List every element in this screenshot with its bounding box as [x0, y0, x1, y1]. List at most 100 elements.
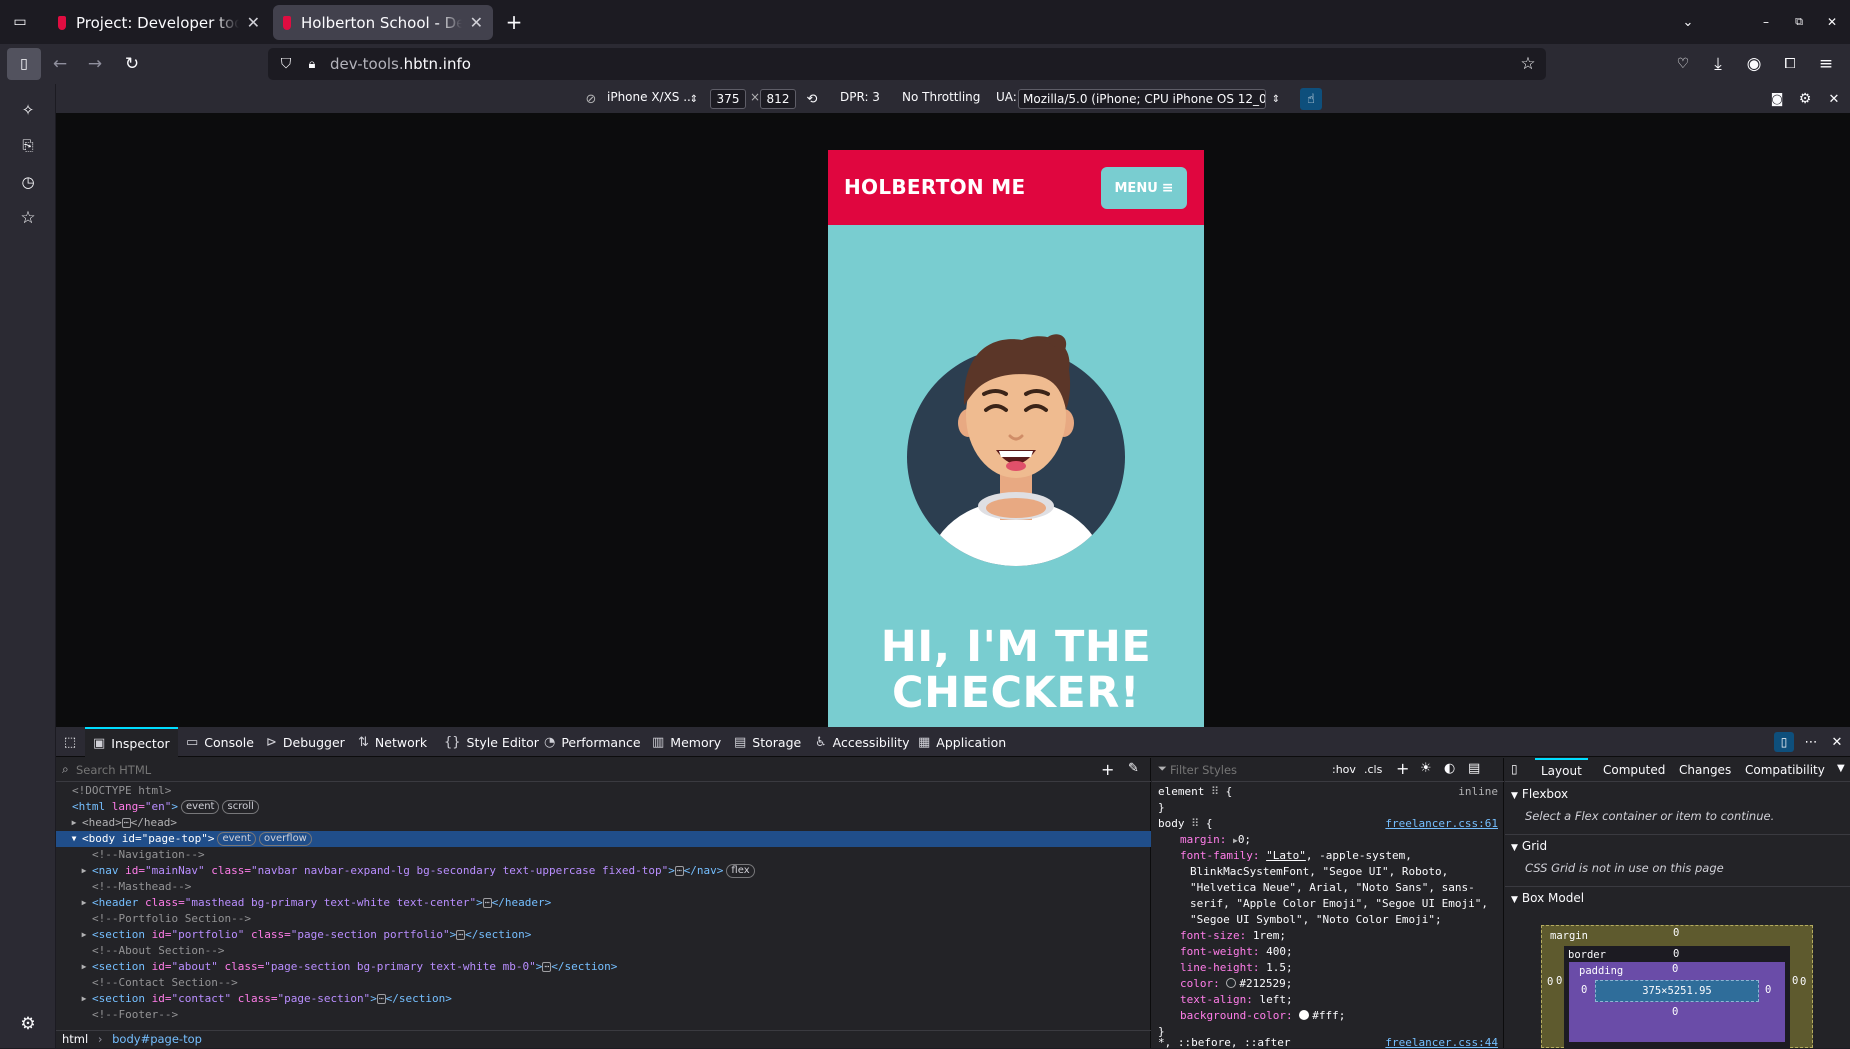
scroll-badge[interactable]: scroll [222, 800, 259, 814]
box-model-section-header[interactable]: ▼ Box Model [1505, 886, 1850, 908]
pocket-icon[interactable]: ♡ [1671, 52, 1695, 76]
firefox-view-icon[interactable]: ▭ [8, 10, 32, 34]
tab-memory[interactable]: ▥ Memory [652, 727, 721, 757]
touch-simulation-icon[interactable]: ☝ [1300, 88, 1322, 110]
markup-line[interactable]: ▶ <nav id="mainNav" class="navbar navbar-… [56, 863, 1151, 879]
flexbox-section-header[interactable]: ▼ Flexbox [1505, 783, 1850, 805]
expand-icon[interactable]: ▶ [80, 959, 88, 975]
viewport-height-input[interactable]: 812 [760, 89, 796, 109]
overflow-badge[interactable]: overflow [258, 832, 312, 846]
markup-line[interactable]: ▶ <header class="masthead bg-primary text… [56, 895, 1151, 911]
ellipsis-icon[interactable]: ⋯ [121, 818, 131, 828]
tab-application[interactable]: ▦ Application [918, 727, 1006, 757]
browser-tab-1[interactable]: Project: Developer tools | ✕ [48, 5, 270, 40]
lock-icon[interactable]: 🔒︎ [302, 54, 322, 74]
markup-line[interactable]: <!--Navigation--> [56, 847, 1151, 863]
color-swatch-icon[interactable] [1299, 1010, 1310, 1020]
browser-tab-2[interactable]: Holberton School - Develo ✕ [273, 5, 493, 40]
close-window-icon[interactable]: ✕ [1820, 10, 1844, 34]
minimize-icon[interactable]: – [1754, 10, 1778, 34]
tab-storage[interactable]: ▤ Storage [734, 727, 801, 757]
ellipsis-icon[interactable]: ⋯ [376, 994, 386, 1004]
restore-icon[interactable]: ⧉ [1787, 10, 1811, 34]
add-node-icon[interactable]: + [1101, 760, 1114, 779]
account-icon[interactable]: ◉ [1742, 52, 1766, 76]
tab-compatibility[interactable]: Compatibility [1745, 758, 1825, 782]
dpr-selector[interactable]: DPR: 3 [840, 90, 880, 104]
extensions-icon[interactable]: ⧠ [1778, 52, 1802, 76]
markup-line[interactable]: ▶ <head> ⋯ </head> [56, 815, 1151, 831]
declaration[interactable]: background-color: #fff; [1152, 1008, 1504, 1024]
expand-icon[interactable]: ▶ [80, 991, 88, 1007]
ai-chatbot-icon[interactable]: ✧ [16, 98, 40, 122]
declaration[interactable]: font-family: "Lato", -apple-system, [1152, 848, 1504, 864]
forward-icon[interactable]: → [83, 52, 107, 76]
toggle-3pane-icon[interactable]: ▯ [1774, 732, 1794, 752]
markup-line[interactable]: ▶ <section id="contact" class="page-secti… [56, 991, 1151, 1007]
tab-network[interactable]: ⇅ Network [358, 727, 427, 757]
flex-badge[interactable]: flex [726, 864, 755, 878]
rule-source-link[interactable]: freelancer.css:61 [1385, 816, 1498, 832]
toggle-sidebar-icon[interactable]: ▯ [1511, 762, 1518, 776]
declaration[interactable]: font-size: 1rem; [1152, 928, 1504, 944]
markup-line[interactable]: ▶ <section id="portfolio" class="page-sec… [56, 927, 1151, 943]
box-model-margin[interactable]: margin 0 0 0 border 0 0 0 padding 0 0 0 … [1541, 925, 1813, 1049]
color-swatch-icon[interactable] [1226, 978, 1237, 988]
hov-button[interactable]: :hov [1332, 763, 1356, 776]
cls-button[interactable]: .cls [1364, 763, 1382, 776]
chevron-down-icon[interactable]: ▼ [1837, 763, 1845, 774]
markup-line[interactable]: <html lang="en"> event scroll [56, 799, 1151, 815]
tab-accessibility[interactable]: ♿︎ Accessibility [815, 727, 910, 757]
declaration[interactable]: line-height: 1.5; [1152, 960, 1504, 976]
history-icon[interactable]: ◷ [16, 170, 40, 194]
markup-line[interactable]: <!DOCTYPE html> [56, 783, 1151, 799]
settings-icon[interactable]: ⚙ [1795, 89, 1815, 109]
box-model-content[interactable]: 375×5251.95 [1595, 980, 1759, 1002]
site-brand[interactable]: HOLBERTON ME [844, 175, 1025, 199]
rotate-device-icon[interactable]: ⟲ [802, 90, 822, 108]
pick-element-icon[interactable]: ⬚ [60, 732, 80, 752]
dark-scheme-icon[interactable]: ◐ [1444, 761, 1455, 776]
sidebar-toggle-icon[interactable]: ▯ [7, 48, 41, 80]
declaration[interactable]: font-weight: 400; [1152, 944, 1504, 960]
new-tab-icon[interactable]: + [502, 10, 526, 34]
print-media-icon[interactable]: ▤ [1468, 761, 1480, 776]
tab-computed[interactable]: Computed [1603, 758, 1665, 782]
eyedropper-icon[interactable]: ✎ [1128, 761, 1139, 776]
user-agent-input[interactable]: Mozilla/5.0 (iPhone; CPU iPhone OS 12_0 … [1018, 89, 1266, 109]
collapse-icon[interactable]: ▼ [70, 831, 78, 847]
close-tab-icon[interactable]: ✕ [247, 13, 260, 32]
device-selector[interactable]: iPhone X/XS ... [607, 90, 695, 104]
markup-line[interactable]: <!--Portfolio Section--> [56, 911, 1151, 927]
ellipsis-icon[interactable]: ⋯ [482, 898, 492, 908]
customize-sidebar-icon[interactable]: ⚙ [16, 1012, 40, 1036]
breadcrumb-item[interactable]: html [62, 1032, 88, 1046]
declaration[interactable]: text-align: left; [1152, 992, 1504, 1008]
ellipsis-icon[interactable]: ⋯ [542, 962, 552, 972]
box-model-padding[interactable]: padding 0 0 0 375×5251.95 0 [1569, 962, 1785, 1042]
expand-icon[interactable]: ▶ [80, 895, 88, 911]
menu-button[interactable]: MENU ≡ [1101, 167, 1187, 209]
app-menu-icon[interactable]: ≡ [1814, 52, 1838, 76]
list-all-tabs-icon[interactable]: ⌄ [1676, 10, 1700, 34]
expand-icon[interactable]: ▶ [70, 815, 78, 831]
viewport-width-input[interactable]: 375 [710, 89, 746, 109]
reload-icon[interactable]: ↻ [120, 52, 144, 76]
throttling-selector[interactable]: No Throttling [902, 90, 980, 104]
tracking-shield-icon[interactable]: ⛉ [276, 54, 296, 74]
bookmark-star-icon[interactable]: ☆ [1518, 54, 1538, 74]
close-tab-icon[interactable]: ✕ [470, 13, 483, 32]
grid-section-header[interactable]: ▼ Grid [1505, 834, 1850, 856]
expand-icon[interactable]: ▶ [80, 863, 88, 879]
tab-changes[interactable]: Changes [1679, 758, 1731, 782]
screenshot-icon[interactable]: ◙ [1767, 89, 1787, 109]
event-badge[interactable]: event [181, 800, 220, 814]
markup-line[interactable]: <!--Masthead--> [56, 879, 1151, 895]
box-model-border[interactable]: border 0 0 0 padding 0 0 0 375×5251.95 0 [1556, 946, 1798, 1049]
synced-tabs-icon[interactable]: ⎘ [16, 134, 40, 158]
tab-inspector[interactable]: ▣ Inspector [85, 727, 178, 757]
declaration[interactable]: color: #212529; [1152, 976, 1504, 992]
url-bar[interactable]: ⛉ 🔒︎ dev-tools.hbtn.info ☆ [268, 48, 1546, 80]
tab-layout[interactable]: Layout [1535, 758, 1588, 782]
downloads-icon[interactable]: ⤓ [1706, 52, 1730, 76]
